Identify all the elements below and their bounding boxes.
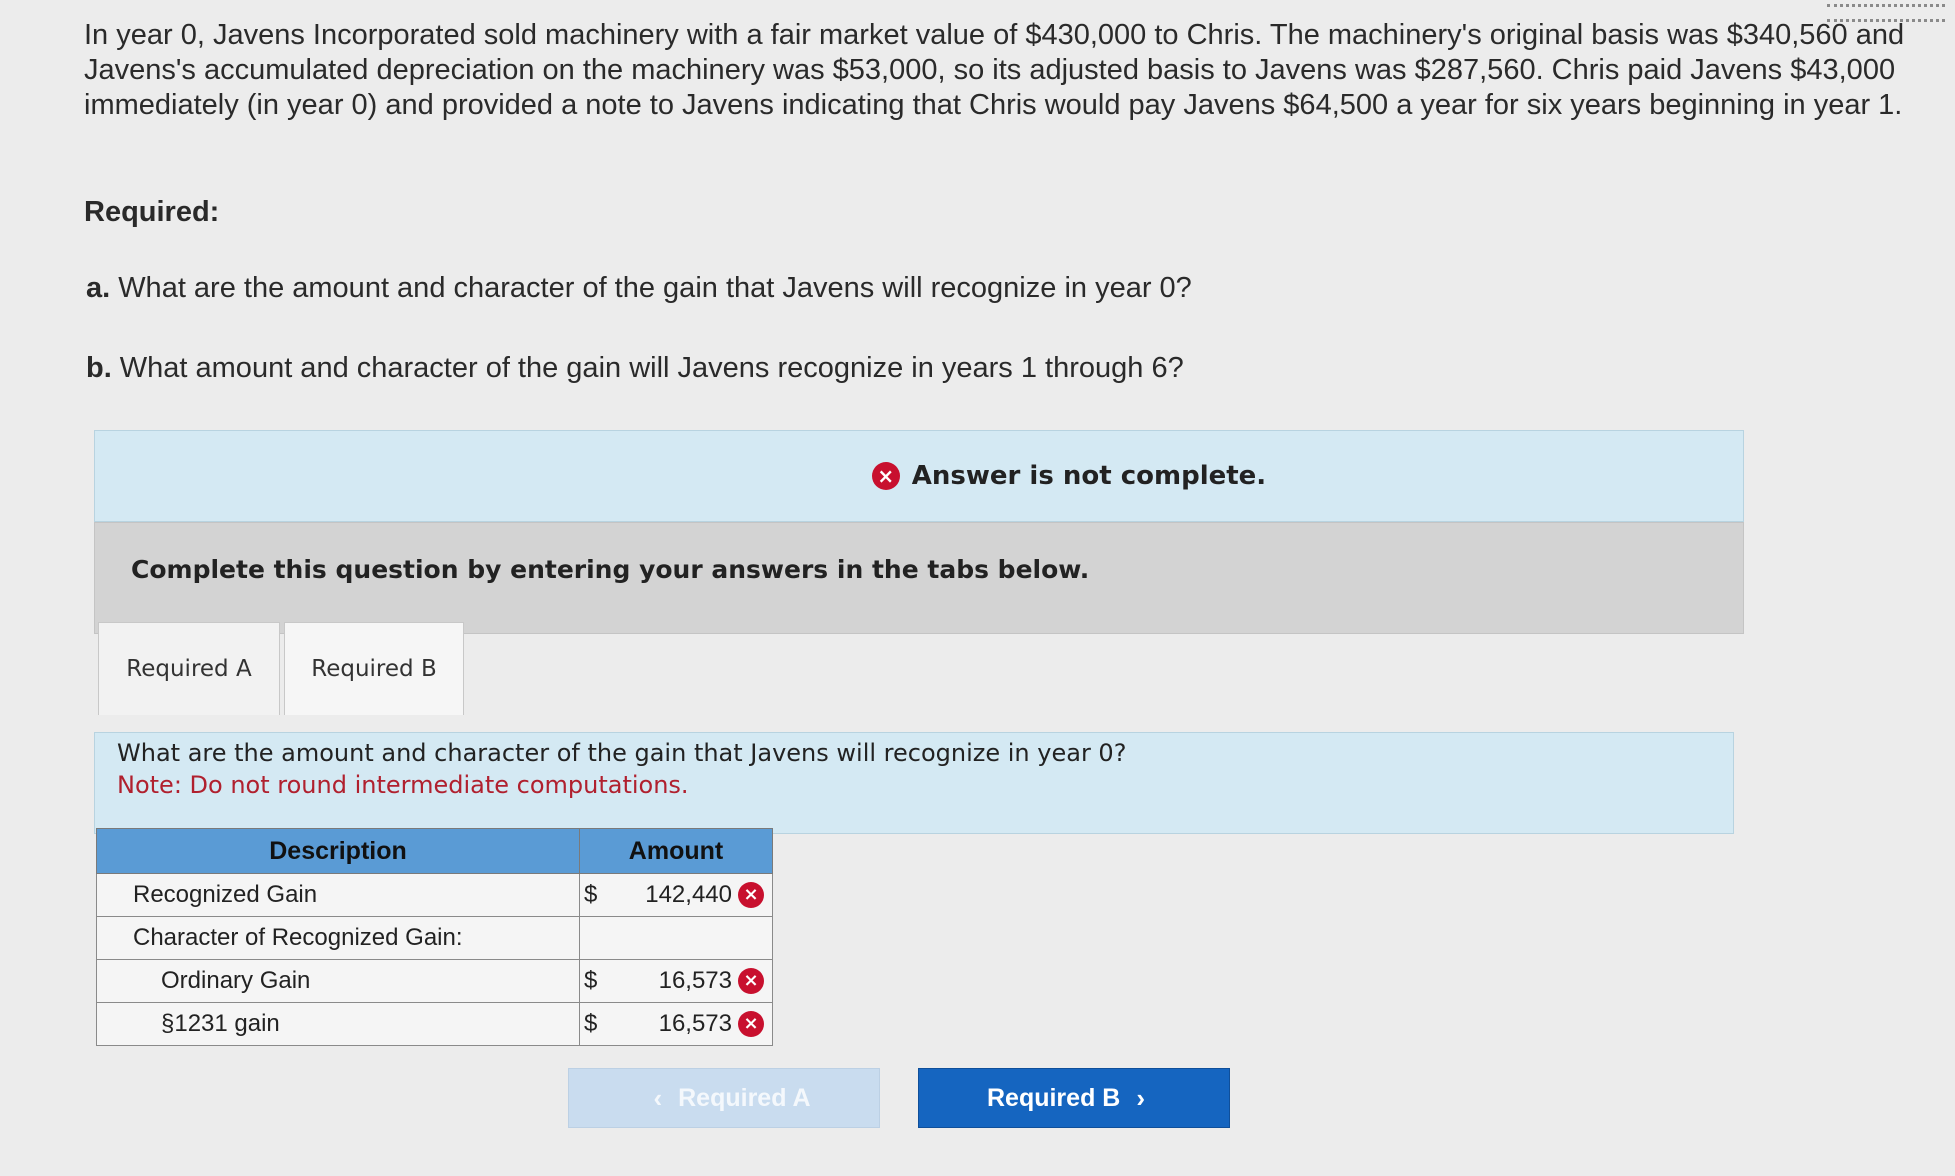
chevron-left-icon: ‹ [653,1082,663,1113]
table-row: §1231 gain $ 16,573 × [96,1002,773,1046]
amount-cell-empty [579,916,773,960]
question-a-text: What are the amount and character of the… [118,272,1192,304]
amount-input[interactable]: 16,573 [614,967,732,995]
row-description: §1231 gain [96,1002,580,1046]
question-b-text: What amount and character of the gain wi… [119,352,1184,384]
status-banner: × Answer is not complete. [94,430,1744,522]
incorrect-icon: × [738,968,764,994]
table-row: Recognized Gain $ 142,440 × [96,873,773,917]
prompt-question: What are the amount and character of the… [117,739,1127,767]
prompt-box: What are the amount and character of the… [94,732,1734,834]
answer-table: Description Amount Recognized Gain $ 142… [96,828,773,1046]
prev-button-label: Required A [678,1083,811,1112]
prev-button[interactable]: ‹ Required A [568,1068,880,1128]
amount-cell[interactable]: $ 16,573 × [579,1002,773,1046]
header-description: Description [96,828,580,874]
row-description: Character of Recognized Gain: [96,916,580,960]
required-heading: Required: [84,196,220,228]
amount-input[interactable]: 16,573 [614,1010,732,1038]
problem-statement: In year 0, Javens Incorporated sold mach… [84,19,1905,121]
table-row: Ordinary Gain $ 16,573 × [96,959,773,1003]
table-header-row: Description Amount [96,828,773,874]
next-button[interactable]: Required B › [918,1068,1230,1128]
question-b-label: b. [86,352,112,384]
question-b: b. What amount and character of the gain … [86,352,1184,385]
amount-cell[interactable]: $ 142,440 × [579,873,773,917]
currency-symbol: $ [584,1010,598,1037]
question-a-label: a. [86,272,111,304]
tab-required-a[interactable]: Required A [98,622,280,715]
incorrect-icon: × [738,882,764,908]
currency-symbol: $ [584,967,598,994]
row-description: Recognized Gain [96,873,580,917]
chevron-right-icon: › [1136,1082,1146,1113]
table-row: Character of Recognized Gain: [96,916,773,960]
x-circle-icon: × [871,462,900,490]
amount-input[interactable]: 142,440 [614,881,732,909]
incorrect-icon: × [738,1011,764,1037]
instruction-box: Complete this question by entering your … [94,522,1744,634]
amount-cell[interactable]: $ 16,573 × [579,959,773,1003]
question-a: a. What are the amount and character of t… [86,272,1192,305]
header-amount: Amount [579,828,773,874]
row-description: Ordinary Gain [96,959,580,1003]
prompt-note: Note: Do not round intermediate computat… [117,771,689,799]
instruction-text: Complete this question by entering your … [131,555,1090,584]
tab-required-b[interactable]: Required B [284,622,464,715]
status-text: Answer is not complete. [911,461,1267,491]
currency-symbol: $ [584,881,598,908]
next-button-label: Required B [986,1083,1121,1112]
